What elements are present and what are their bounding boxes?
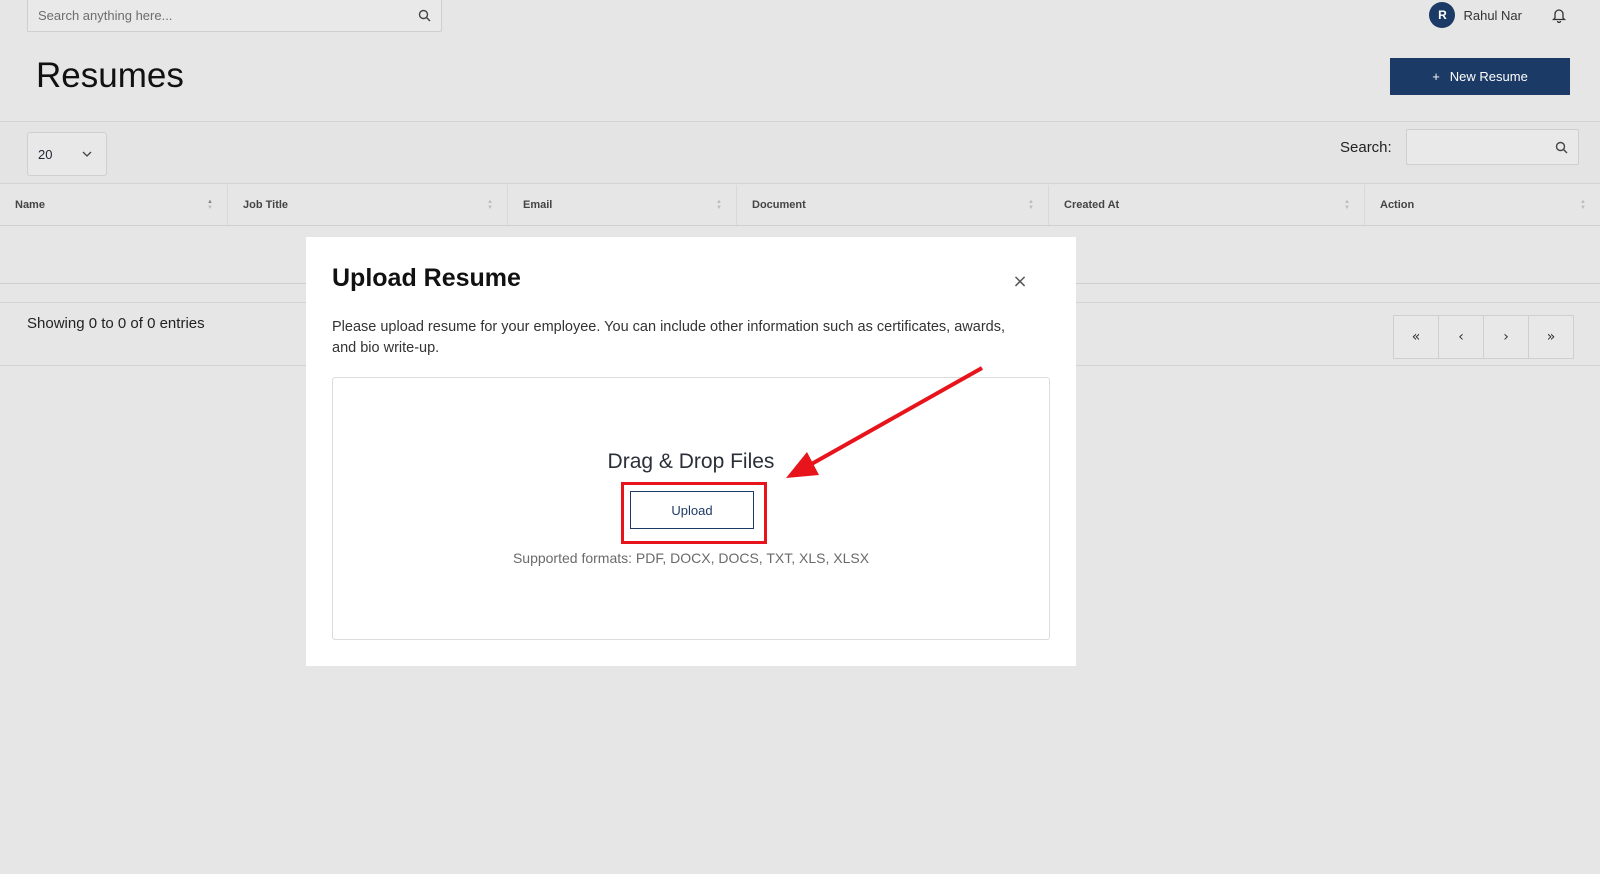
search-icon[interactable] (418, 9, 431, 22)
search-icon[interactable] (1555, 141, 1568, 154)
sort-icon: ▲ ▼ (1344, 199, 1350, 211)
close-icon[interactable]: × (1011, 273, 1029, 291)
new-resume-label: New Resume (1449, 69, 1528, 84)
upload-button[interactable]: Upload (630, 491, 754, 529)
column-header-name[interactable]: Name ▲ ▼ (0, 185, 228, 225)
pagination: « ‹ › » (1393, 315, 1574, 359)
column-header-action[interactable]: Action ▲ ▼ (1365, 185, 1600, 225)
new-resume-button[interactable]: + New Resume (1390, 58, 1570, 95)
page-size-select[interactable]: 20 (27, 132, 107, 176)
entries-count: Showing 0 to 0 of 0 entries (27, 315, 205, 332)
table-search-label: Search: (1340, 139, 1392, 156)
global-search-input[interactable] (38, 7, 418, 23)
column-header-job-title[interactable]: Job Title ▲ ▼ (228, 185, 508, 225)
column-header-created-at[interactable]: Created At ▲ ▼ (1049, 185, 1365, 225)
table-search-input[interactable] (1406, 129, 1579, 165)
column-header-email[interactable]: Email ▲ ▼ (508, 185, 737, 225)
page-size-value: 20 (38, 146, 53, 162)
upload-resume-modal: Upload Resume × Please upload resume for… (306, 237, 1076, 666)
sort-icon: ▲ ▼ (1580, 199, 1586, 211)
sort-icon: ▲ ▼ (487, 199, 493, 211)
supported-formats: Supported formats: PDF, DOCX, DOCS, TXT,… (512, 550, 870, 566)
avatar[interactable]: R (1429, 2, 1456, 28)
file-dropzone[interactable]: Drag & Drop Files Upload Supported forma… (332, 377, 1050, 640)
column-header-document[interactable]: Document ▲ ▼ (737, 185, 1049, 225)
first-page-button[interactable]: « (1393, 315, 1439, 359)
user-name[interactable]: Rahul Nar (1463, 8, 1522, 23)
sort-icon: ▲ ▼ (1028, 199, 1034, 211)
table-header: Name ▲ ▼ Job Title ▲ ▼ Email ▲ ▼ Document ▲… (0, 185, 1600, 226)
user-menu[interactable]: R Rahul Nar (1429, 2, 1566, 28)
modal-title: Upload Resume (332, 264, 521, 292)
sort-icon: ▲ ▼ (716, 199, 722, 211)
last-page-button[interactable]: » (1528, 315, 1574, 359)
bell-icon[interactable] (1552, 7, 1566, 23)
chevron-down-icon (82, 151, 92, 157)
plus-icon: + (1432, 69, 1440, 84)
sort-icon: ▲ ▼ (207, 199, 213, 211)
page-title: Resumes (36, 56, 184, 95)
global-search[interactable] (27, 0, 442, 32)
dropzone-title: Drag & Drop Files (607, 450, 775, 473)
table-toolbar: 20 Search: (0, 121, 1600, 184)
next-page-button[interactable]: › (1483, 315, 1529, 359)
prev-page-button[interactable]: ‹ (1438, 315, 1484, 359)
modal-description: Please upload resume for your employee. … (332, 319, 1006, 356)
